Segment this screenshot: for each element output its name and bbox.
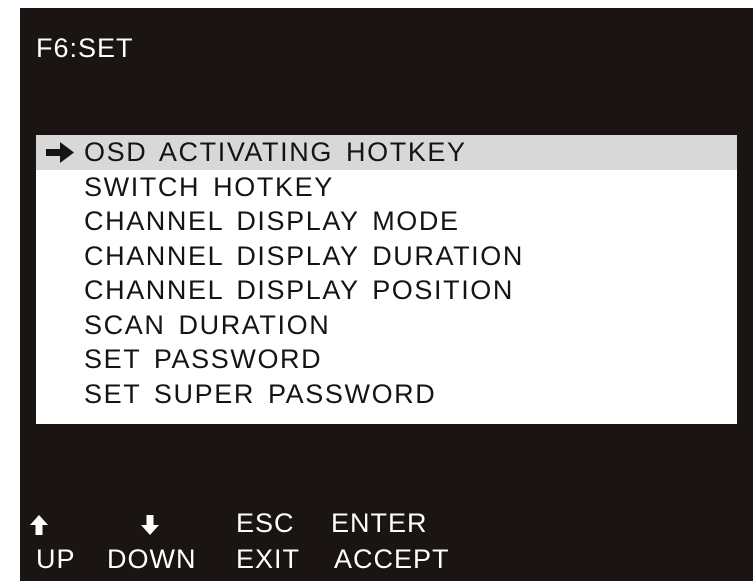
menu-item-switch-hotkey[interactable]: SWITCH HOTKEY xyxy=(36,170,737,205)
menu-item-label: CHANNEL DISPLAY DURATION xyxy=(84,240,524,271)
menu-item-scan-duration[interactable]: SCAN DURATION xyxy=(36,308,737,343)
menu-item-label: SWITCH HOTKEY xyxy=(84,171,334,202)
hint-exit-label: EXIT xyxy=(236,544,301,574)
menu-item-label: SET PASSWORD xyxy=(84,344,323,374)
menu-item-set-super-password[interactable]: SET SUPER PASSWORD xyxy=(36,377,737,412)
menu-item-channel-display-duration[interactable]: CHANNEL DISPLAY DURATION xyxy=(36,239,737,274)
hint-up-label: UP xyxy=(36,544,76,574)
enter-key-label: ENTER xyxy=(331,508,428,538)
menu-item-label: OSD ACTIVATING HOTKEY xyxy=(84,137,467,167)
menu-item-label: CHANNEL DISPLAY MODE xyxy=(84,206,460,236)
menu-item-label: CHANNEL DISPLAY POSITION xyxy=(84,275,515,305)
esc-key-label: ESC xyxy=(236,508,295,538)
menu-item-channel-display-position[interactable]: CHANNEL DISPLAY POSITION xyxy=(36,273,737,308)
osd-screen: F6:SET OSD ACTIVATING HOTKEY SWITCH HOTK… xyxy=(20,8,753,581)
menu-item-label: SET SUPER PASSWORD xyxy=(84,378,437,409)
hint-down-label: DOWN xyxy=(107,544,197,574)
menu-item-osd-activating-hotkey[interactable]: OSD ACTIVATING HOTKEY xyxy=(36,135,737,170)
right-arrow-icon xyxy=(46,142,74,163)
hint-accept-label: ACCEPT xyxy=(334,544,450,574)
menu-item-set-password[interactable]: SET PASSWORD xyxy=(36,342,737,377)
down-arrow-icon xyxy=(141,515,159,535)
menu-item-label: SCAN DURATION xyxy=(84,309,331,340)
settings-menu: OSD ACTIVATING HOTKEY SWITCH HOTKEY CHAN… xyxy=(36,135,737,424)
menu-item-channel-display-mode[interactable]: CHANNEL DISPLAY MODE xyxy=(36,204,737,239)
osd-title: F6:SET xyxy=(36,33,134,63)
up-arrow-icon xyxy=(30,515,48,535)
